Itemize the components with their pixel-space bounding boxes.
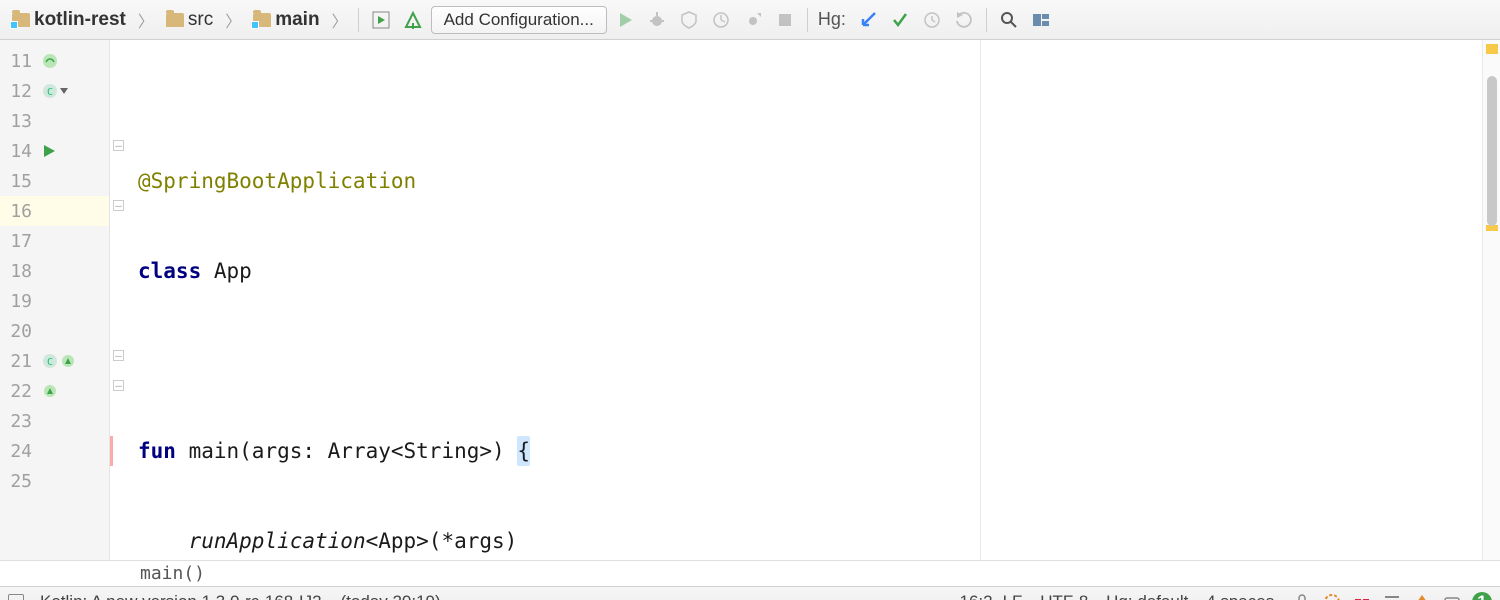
breadcrumb-main[interactable]: main bbox=[247, 7, 325, 33]
coverage-button[interactable] bbox=[675, 6, 703, 34]
code-line[interactable]: fun main(args: Array<String>) { bbox=[110, 436, 1500, 466]
run-configuration-dropdown[interactable]: Add Configuration... bbox=[431, 6, 607, 34]
vcs-revert-button[interactable] bbox=[950, 6, 978, 34]
line-number: 25 bbox=[0, 471, 38, 492]
line-number: 14 bbox=[0, 141, 38, 162]
line-number: 13 bbox=[0, 111, 38, 132]
breadcrumb-src[interactable]: src bbox=[160, 7, 219, 33]
build-button[interactable] bbox=[399, 6, 427, 34]
vcs-commit-button[interactable] bbox=[886, 6, 914, 34]
line-number: 12 bbox=[0, 81, 38, 102]
navigate-icon[interactable] bbox=[42, 383, 58, 399]
toolbar-separator bbox=[807, 8, 808, 32]
vcs-update-button[interactable] bbox=[854, 6, 882, 34]
breadcrumb-separator-icon: 〉 bbox=[138, 8, 154, 32]
breadcrumb-label: main bbox=[275, 9, 319, 31]
editor-gutter[interactable]: 11 12 C 13 14 15 16 17 18 19 20 21 C 22 … bbox=[0, 40, 110, 560]
run-gutter-icon[interactable] bbox=[42, 144, 56, 158]
code-line[interactable]: @SpringBootApplication bbox=[110, 166, 1500, 196]
inspection-stripe[interactable] bbox=[1482, 40, 1500, 560]
line-number: 24 bbox=[0, 441, 38, 462]
breadcrumb-label: src bbox=[188, 9, 213, 31]
class-icon[interactable]: C bbox=[42, 353, 58, 369]
code-line[interactable]: class App bbox=[110, 256, 1500, 286]
breadcrumb-separator-icon: 〉 bbox=[332, 8, 348, 32]
line-number: 18 bbox=[0, 261, 38, 282]
stop-button[interactable] bbox=[771, 6, 799, 34]
line-number: 20 bbox=[0, 321, 38, 342]
line-number: 15 bbox=[0, 171, 38, 192]
folder-project-icon bbox=[12, 13, 30, 27]
scrollbar-thumb[interactable] bbox=[1487, 76, 1497, 226]
navigate-icon[interactable] bbox=[60, 353, 76, 369]
line-number: 11 bbox=[0, 51, 38, 72]
line-number: 19 bbox=[0, 291, 38, 312]
vcs-label: Hg: bbox=[818, 9, 846, 30]
breadcrumb-project[interactable]: kotlin-rest bbox=[6, 7, 132, 33]
breadcrumb-label: kotlin-rest bbox=[34, 9, 126, 31]
project-structure-button[interactable] bbox=[1027, 6, 1055, 34]
main-toolbar: kotlin-rest 〉 src 〉 main 〉 Add Configura… bbox=[0, 0, 1500, 40]
spring-bean-icon[interactable] bbox=[42, 53, 58, 69]
run-target-dropdown[interactable] bbox=[367, 6, 395, 34]
class-icon[interactable]: C bbox=[42, 83, 58, 99]
run-button[interactable] bbox=[611, 6, 639, 34]
vcs-history-button[interactable] bbox=[918, 6, 946, 34]
warning-marker[interactable] bbox=[1486, 44, 1498, 54]
right-margin-line bbox=[980, 40, 981, 560]
folder-icon bbox=[166, 13, 184, 27]
editor: 11 12 C 13 14 15 16 17 18 19 20 21 C 22 … bbox=[0, 40, 1500, 560]
fold-toggle-icon[interactable]: – bbox=[113, 200, 124, 211]
line-number: 21 bbox=[0, 351, 38, 372]
editor-code-area[interactable]: – – – – @SpringBootApplication class App… bbox=[110, 40, 1500, 560]
code-line[interactable]: runApplication<App>(*args) bbox=[110, 526, 1500, 556]
attach-debugger-button[interactable] bbox=[739, 6, 767, 34]
debug-button[interactable] bbox=[643, 6, 671, 34]
svg-text:C: C bbox=[47, 87, 53, 98]
code-line[interactable] bbox=[110, 346, 1500, 376]
folder-source-icon bbox=[253, 13, 271, 27]
line-number: 23 bbox=[0, 411, 38, 432]
error-stripe bbox=[110, 436, 113, 466]
profile-button[interactable] bbox=[707, 6, 735, 34]
toolbar-separator bbox=[986, 8, 987, 32]
line-number: 22 bbox=[0, 381, 38, 402]
fold-gutter[interactable]: – – – – bbox=[110, 40, 128, 560]
fold-toggle-icon[interactable]: – bbox=[113, 140, 124, 151]
breadcrumb-separator-icon: 〉 bbox=[225, 8, 241, 32]
fold-toggle-icon[interactable]: – bbox=[113, 380, 124, 391]
tool-window-toggle-icon[interactable] bbox=[8, 594, 24, 600]
toolbar-separator bbox=[358, 8, 359, 32]
run-configuration-label: Add Configuration... bbox=[444, 10, 594, 30]
svg-text:C: C bbox=[47, 357, 53, 368]
chevron-down-icon[interactable] bbox=[60, 87, 68, 95]
line-number: 17 bbox=[0, 231, 38, 252]
search-everywhere-button[interactable] bbox=[995, 6, 1023, 34]
line-number: 16 bbox=[0, 201, 38, 222]
